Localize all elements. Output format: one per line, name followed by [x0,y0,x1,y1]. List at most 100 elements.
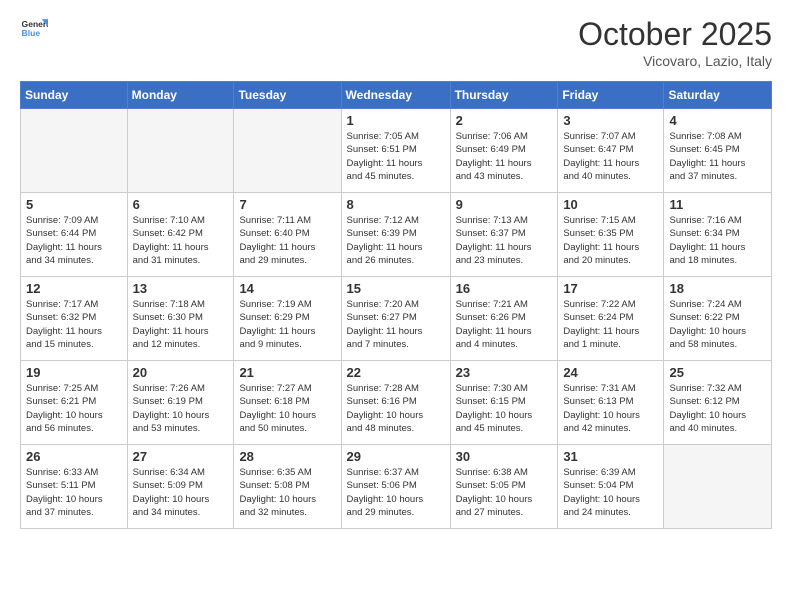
day-number: 31 [563,449,658,464]
day-info: Sunrise: 7:22 AM Sunset: 6:24 PM Dayligh… [563,298,658,351]
day-info: Sunrise: 7:27 AM Sunset: 6:18 PM Dayligh… [239,382,335,435]
calendar-page: General Blue October 2025 Vicovaro, Lazi… [0,0,792,612]
day-number: 3 [563,113,658,128]
col-tuesday: Tuesday [234,82,341,109]
day-info: Sunrise: 7:19 AM Sunset: 6:29 PM Dayligh… [239,298,335,351]
table-row: 14 Sunrise: 7:19 AM Sunset: 6:29 PM Dayli… [234,277,341,361]
col-thursday: Thursday [450,82,558,109]
col-saturday: Saturday [664,82,772,109]
table-row: 16 Sunrise: 7:21 AM Sunset: 6:26 PM Dayli… [450,277,558,361]
day-info: Sunrise: 7:31 AM Sunset: 6:13 PM Dayligh… [563,382,658,435]
table-row: 20 Sunrise: 7:26 AM Sunset: 6:19 PM Dayli… [127,361,234,445]
table-row [21,109,128,193]
day-number: 13 [133,281,229,296]
table-row: 5Sunrise: 7:09 AM Sunset: 6:44 PM Daylig… [21,193,128,277]
calendar-week-row: 26 Sunrise: 6:33 AM Sunset: 5:11 PM Dayli… [21,445,772,529]
title-block: October 2025 Vicovaro, Lazio, Italy [578,16,772,69]
day-info: Sunrise: 7:32 AM Sunset: 6:12 PM Dayligh… [669,382,766,435]
day-number: 20 [133,365,229,380]
table-row: 18Sunrise: 7:24 AM Sunset: 6:22 PM Dayli… [664,277,772,361]
day-number: 7 [239,197,335,212]
day-number: 22 [347,365,445,380]
table-row: 21 Sunrise: 7:27 AM Sunset: 6:18 PM Dayli… [234,361,341,445]
day-number: 27 [133,449,229,464]
table-row: 8Sunrise: 7:12 AM Sunset: 6:39 PM Daylig… [341,193,450,277]
day-info: Sunrise: 6:38 AM Sunset: 5:05 PM Dayligh… [456,466,553,519]
day-info: Sunrise: 7:15 AM Sunset: 6:35 PM Dayligh… [563,214,658,267]
day-number: 4 [669,113,766,128]
table-row: 27 Sunrise: 6:34 AM Sunset: 5:09 PM Dayli… [127,445,234,529]
day-info: Sunrise: 6:39 AM Sunset: 5:04 PM Dayligh… [563,466,658,519]
day-number: 24 [563,365,658,380]
day-number: 26 [26,449,122,464]
table-row: 23Sunrise: 7:30 AM Sunset: 6:15 PM Dayli… [450,361,558,445]
logo-icon: General Blue [20,16,48,44]
table-row: 25 Sunrise: 7:32 AM Sunset: 6:12 PM Dayli… [664,361,772,445]
day-info: Sunrise: 7:17 AM Sunset: 6:32 PM Dayligh… [26,298,122,351]
day-info: Sunrise: 6:34 AM Sunset: 5:09 PM Dayligh… [133,466,229,519]
day-info: Sunrise: 7:05 AM Sunset: 6:51 PM Dayligh… [347,130,445,183]
logo: General Blue [20,16,48,44]
table-row: 2Sunrise: 7:06 AM Sunset: 6:49 PM Daylig… [450,109,558,193]
day-info: Sunrise: 7:20 AM Sunset: 6:27 PM Dayligh… [347,298,445,351]
table-row: 28 Sunrise: 6:35 AM Sunset: 5:08 PM Dayli… [234,445,341,529]
table-row: 12Sunrise: 7:17 AM Sunset: 6:32 PM Dayli… [21,277,128,361]
day-info: Sunrise: 7:08 AM Sunset: 6:45 PM Dayligh… [669,130,766,183]
day-info: Sunrise: 7:18 AM Sunset: 6:30 PM Dayligh… [133,298,229,351]
day-info: Sunrise: 7:13 AM Sunset: 6:37 PM Dayligh… [456,214,553,267]
day-info: Sunrise: 7:10 AM Sunset: 6:42 PM Dayligh… [133,214,229,267]
day-info: Sunrise: 7:06 AM Sunset: 6:49 PM Dayligh… [456,130,553,183]
calendar-week-row: 19 Sunrise: 7:25 AM Sunset: 6:21 PM Dayli… [21,361,772,445]
table-row: 4 Sunrise: 7:08 AM Sunset: 6:45 PM Daylig… [664,109,772,193]
day-info: Sunrise: 7:11 AM Sunset: 6:40 PM Dayligh… [239,214,335,267]
month-title: October 2025 [578,16,772,53]
table-row: 11Sunrise: 7:16 AM Sunset: 6:34 PM Dayli… [664,193,772,277]
day-info: Sunrise: 7:25 AM Sunset: 6:21 PM Dayligh… [26,382,122,435]
day-number: 21 [239,365,335,380]
table-row: 3 Sunrise: 7:07 AM Sunset: 6:47 PM Daylig… [558,109,664,193]
day-info: Sunrise: 7:12 AM Sunset: 6:39 PM Dayligh… [347,214,445,267]
table-row: 30Sunrise: 6:38 AM Sunset: 5:05 PM Dayli… [450,445,558,529]
col-friday: Friday [558,82,664,109]
table-row: 24 Sunrise: 7:31 AM Sunset: 6:13 PM Dayli… [558,361,664,445]
table-row: 10 Sunrise: 7:15 AM Sunset: 6:35 PM Dayli… [558,193,664,277]
table-row [234,109,341,193]
day-info: Sunrise: 7:21 AM Sunset: 6:26 PM Dayligh… [456,298,553,351]
day-number: 29 [347,449,445,464]
day-number: 10 [563,197,658,212]
day-number: 17 [563,281,658,296]
day-number: 25 [669,365,766,380]
calendar-table: Sunday Monday Tuesday Wednesday Thursday… [20,81,772,529]
day-info: Sunrise: 7:07 AM Sunset: 6:47 PM Dayligh… [563,130,658,183]
day-number: 16 [456,281,553,296]
header: General Blue October 2025 Vicovaro, Lazi… [20,16,772,69]
table-row: 13 Sunrise: 7:18 AM Sunset: 6:30 PM Dayli… [127,277,234,361]
table-row [127,109,234,193]
table-row: 1 Sunrise: 7:05 AM Sunset: 6:51 PM Daylig… [341,109,450,193]
day-number: 15 [347,281,445,296]
calendar-week-row: 1 Sunrise: 7:05 AM Sunset: 6:51 PM Daylig… [21,109,772,193]
col-wednesday: Wednesday [341,82,450,109]
day-info: Sunrise: 6:37 AM Sunset: 5:06 PM Dayligh… [347,466,445,519]
table-row: 26 Sunrise: 6:33 AM Sunset: 5:11 PM Dayli… [21,445,128,529]
day-number: 28 [239,449,335,464]
day-number: 14 [239,281,335,296]
svg-text:Blue: Blue [22,28,41,38]
col-sunday: Sunday [21,82,128,109]
day-number: 1 [347,113,445,128]
day-info: Sunrise: 7:26 AM Sunset: 6:19 PM Dayligh… [133,382,229,435]
table-row [664,445,772,529]
table-row: 22Sunrise: 7:28 AM Sunset: 6:16 PM Dayli… [341,361,450,445]
day-number: 11 [669,197,766,212]
calendar-header-row: Sunday Monday Tuesday Wednesday Thursday… [21,82,772,109]
calendar-week-row: 12Sunrise: 7:17 AM Sunset: 6:32 PM Dayli… [21,277,772,361]
day-info: Sunrise: 7:30 AM Sunset: 6:15 PM Dayligh… [456,382,553,435]
table-row: 31 Sunrise: 6:39 AM Sunset: 5:04 PM Dayli… [558,445,664,529]
day-number: 9 [456,197,553,212]
table-row: 9 Sunrise: 7:13 AM Sunset: 6:37 PM Daylig… [450,193,558,277]
table-row: 29 Sunrise: 6:37 AM Sunset: 5:06 PM Dayli… [341,445,450,529]
day-info: Sunrise: 6:35 AM Sunset: 5:08 PM Dayligh… [239,466,335,519]
day-info: Sunrise: 7:24 AM Sunset: 6:22 PM Dayligh… [669,298,766,351]
day-info: Sunrise: 6:33 AM Sunset: 5:11 PM Dayligh… [26,466,122,519]
day-number: 19 [26,365,122,380]
